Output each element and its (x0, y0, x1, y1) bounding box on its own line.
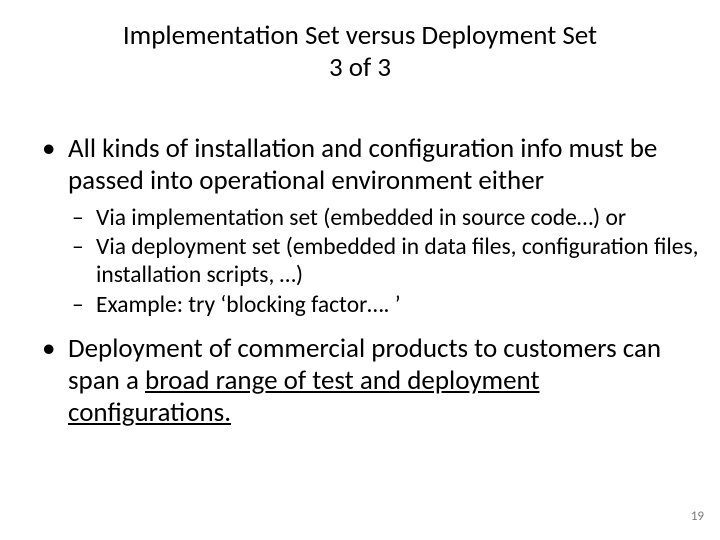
bullet-1-sub-2: Via deployment set (embedded in data fil… (68, 234, 702, 289)
bullet-list: All kinds of installation and configurat… (38, 133, 702, 429)
slide-content: All kinds of installation and configurat… (0, 85, 720, 429)
bullet-2: Deployment of commercial products to cus… (38, 333, 702, 429)
title-line-2: 3 of 3 (329, 51, 391, 84)
bullet-1-sublist: Via implementation set (embedded in sour… (68, 205, 702, 320)
bullet-1-sub-3: Example: try ‘blocking factor…. ’ (68, 292, 702, 320)
title-line-1: Implementation Set versus Deployment Set (123, 19, 597, 52)
slide-title: Implementation Set versus Deployment Set… (0, 20, 720, 85)
page-number: 19 (691, 509, 704, 524)
bullet-1: All kinds of installation and configurat… (38, 133, 702, 320)
slide: Implementation Set versus Deployment Set… (0, 0, 720, 540)
bullet-1-text: All kinds of installation and configurat… (68, 132, 657, 197)
bullet-1-sub-1: Via implementation set (embedded in sour… (68, 205, 702, 233)
